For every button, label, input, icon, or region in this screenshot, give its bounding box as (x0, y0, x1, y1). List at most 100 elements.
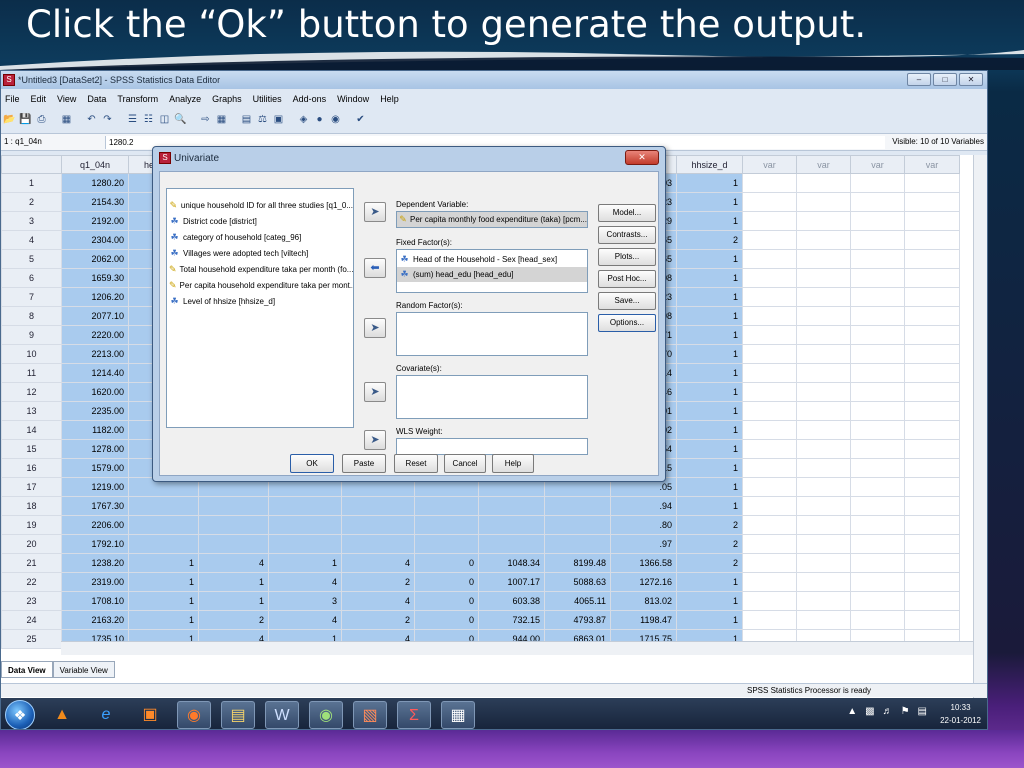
empty-cell[interactable] (796, 401, 851, 421)
weight-cases-icon[interactable]: ⚖ (256, 113, 269, 126)
data-cell[interactable] (198, 496, 269, 516)
model-button[interactable]: Model... (598, 204, 656, 222)
data-cell[interactable]: 1 (676, 211, 743, 231)
empty-cell[interactable] (850, 363, 905, 383)
dialog-recall-icon[interactable]: ▦ (60, 113, 73, 126)
data-cell[interactable]: 1 (198, 591, 269, 611)
data-cell[interactable]: 1366.58 (610, 553, 677, 573)
explorer-folder-icon[interactable]: ▤ (221, 700, 255, 729)
empty-cell[interactable] (742, 572, 797, 592)
row-header[interactable]: 2 (1, 192, 62, 212)
data-cell[interactable]: 1182.00 (61, 420, 129, 440)
column-header[interactable]: var (796, 155, 851, 174)
empty-cell[interactable] (796, 420, 851, 440)
row-header[interactable]: 14 (1, 420, 62, 440)
data-cell[interactable]: 1007.17 (478, 572, 545, 592)
source-variable-item[interactable]: ✎ unique household ID for all three studi… (167, 197, 353, 213)
data-cell[interactable]: 2304.00 (61, 230, 129, 250)
data-cell[interactable]: 1 (676, 591, 743, 611)
row-header[interactable]: 16 (1, 458, 62, 478)
empty-cell[interactable] (850, 306, 905, 326)
data-cell[interactable]: 1 (676, 401, 743, 421)
empty-cell[interactable] (904, 477, 960, 497)
empty-cell[interactable] (850, 591, 905, 611)
data-cell[interactable] (544, 515, 611, 535)
use-sets-icon[interactable]: ● (313, 113, 326, 126)
row-header[interactable]: 21 (1, 553, 62, 573)
data-cell[interactable]: 1219.00 (61, 477, 129, 497)
fixed-factor-item[interactable]: ☘ Head of the Household - Sex [head_sex] (397, 252, 587, 267)
undo-icon[interactable]: ↶ (85, 113, 98, 126)
menu-edit[interactable]: Edit (31, 94, 47, 104)
variables-icon[interactable]: ◫ (158, 113, 171, 126)
column-header[interactable]: var (742, 155, 797, 174)
tab-variable-view[interactable]: Variable View (52, 661, 115, 678)
row-header[interactable]: 19 (1, 515, 62, 535)
empty-cell[interactable] (796, 572, 851, 592)
empty-cell[interactable] (796, 211, 851, 231)
data-cell[interactable]: 2154.30 (61, 192, 129, 212)
row-header[interactable]: 3 (1, 211, 62, 231)
data-cell[interactable]: 2319.00 (61, 572, 129, 592)
data-cell[interactable]: 1620.00 (61, 382, 129, 402)
window-titlebar[interactable]: S *Untitled3 [DataSet2] - SPSS Statistic… (1, 71, 987, 89)
data-cell[interactable]: 2213.00 (61, 344, 129, 364)
empty-cell[interactable] (796, 173, 851, 193)
save-button[interactable]: Save... (598, 292, 656, 310)
empty-cell[interactable] (850, 534, 905, 554)
row-header[interactable]: 25 (1, 629, 62, 649)
data-cell[interactable]: 732.15 (478, 610, 545, 630)
empty-cell[interactable] (904, 173, 960, 193)
data-cell[interactable]: 1 (676, 572, 743, 592)
data-cell[interactable]: 8199.48 (544, 553, 611, 573)
data-cell[interactable]: 0 (414, 610, 479, 630)
tray-volume-icon[interactable]: ♬ (883, 706, 893, 717)
dependent-variable-field[interactable]: ✎ Per capita monthly food expenditure (t… (396, 211, 588, 228)
empty-cell[interactable] (904, 287, 960, 307)
data-cell[interactable] (128, 496, 199, 516)
split-file-icon[interactable]: ▤ (240, 113, 253, 126)
data-cell[interactable]: 2 (341, 572, 415, 592)
plots-button[interactable]: Plots... (598, 248, 656, 266)
data-cell[interactable]: 1 (676, 287, 743, 307)
empty-cell[interactable] (904, 192, 960, 212)
source-variable-item[interactable]: ☘ Level of hhsize [hhsize_d] (167, 293, 353, 309)
empty-cell[interactable] (796, 306, 851, 326)
empty-cell[interactable] (742, 268, 797, 288)
data-cell[interactable]: 2 (676, 553, 743, 573)
value-labels-icon[interactable]: ◈ (297, 113, 310, 126)
empty-cell[interactable] (904, 458, 960, 478)
empty-cell[interactable] (850, 553, 905, 573)
contrasts-button[interactable]: Contrasts... (598, 226, 656, 244)
move-to-covariate-button[interactable]: ➤ (364, 382, 386, 402)
word-icon[interactable]: W (265, 700, 299, 729)
internet-explorer-icon[interactable]: e (89, 701, 123, 729)
data-cell[interactable]: 4 (341, 591, 415, 611)
empty-cell[interactable] (904, 496, 960, 516)
menu-view[interactable]: View (57, 94, 76, 104)
data-cell[interactable]: 1 (676, 344, 743, 364)
vertical-scrollbar[interactable] (973, 155, 987, 715)
data-cell[interactable] (341, 515, 415, 535)
data-cell[interactable] (128, 515, 199, 535)
empty-cell[interactable] (904, 515, 960, 535)
data-cell[interactable]: 1048.34 (478, 553, 545, 573)
data-cell[interactable]: 1198.47 (610, 610, 677, 630)
empty-cell[interactable] (742, 496, 797, 516)
empty-cell[interactable] (850, 515, 905, 535)
empty-cell[interactable] (904, 382, 960, 402)
menu-data[interactable]: Data (87, 94, 106, 104)
covariates-list[interactable] (396, 375, 588, 419)
data-cell[interactable]: 3 (268, 591, 342, 611)
goto-variable-icon[interactable]: ☷ (142, 113, 155, 126)
empty-cell[interactable] (742, 287, 797, 307)
empty-cell[interactable] (742, 477, 797, 497)
data-cell[interactable] (478, 534, 545, 554)
data-cell[interactable]: 1206.20 (61, 287, 129, 307)
firefox-icon[interactable]: ◉ (177, 700, 211, 729)
empty-cell[interactable] (850, 382, 905, 402)
data-cell[interactable]: 0 (414, 591, 479, 611)
row-header[interactable]: 12 (1, 382, 62, 402)
save-icon[interactable]: 💾 (19, 113, 32, 126)
data-cell[interactable]: 1278.00 (61, 439, 129, 459)
